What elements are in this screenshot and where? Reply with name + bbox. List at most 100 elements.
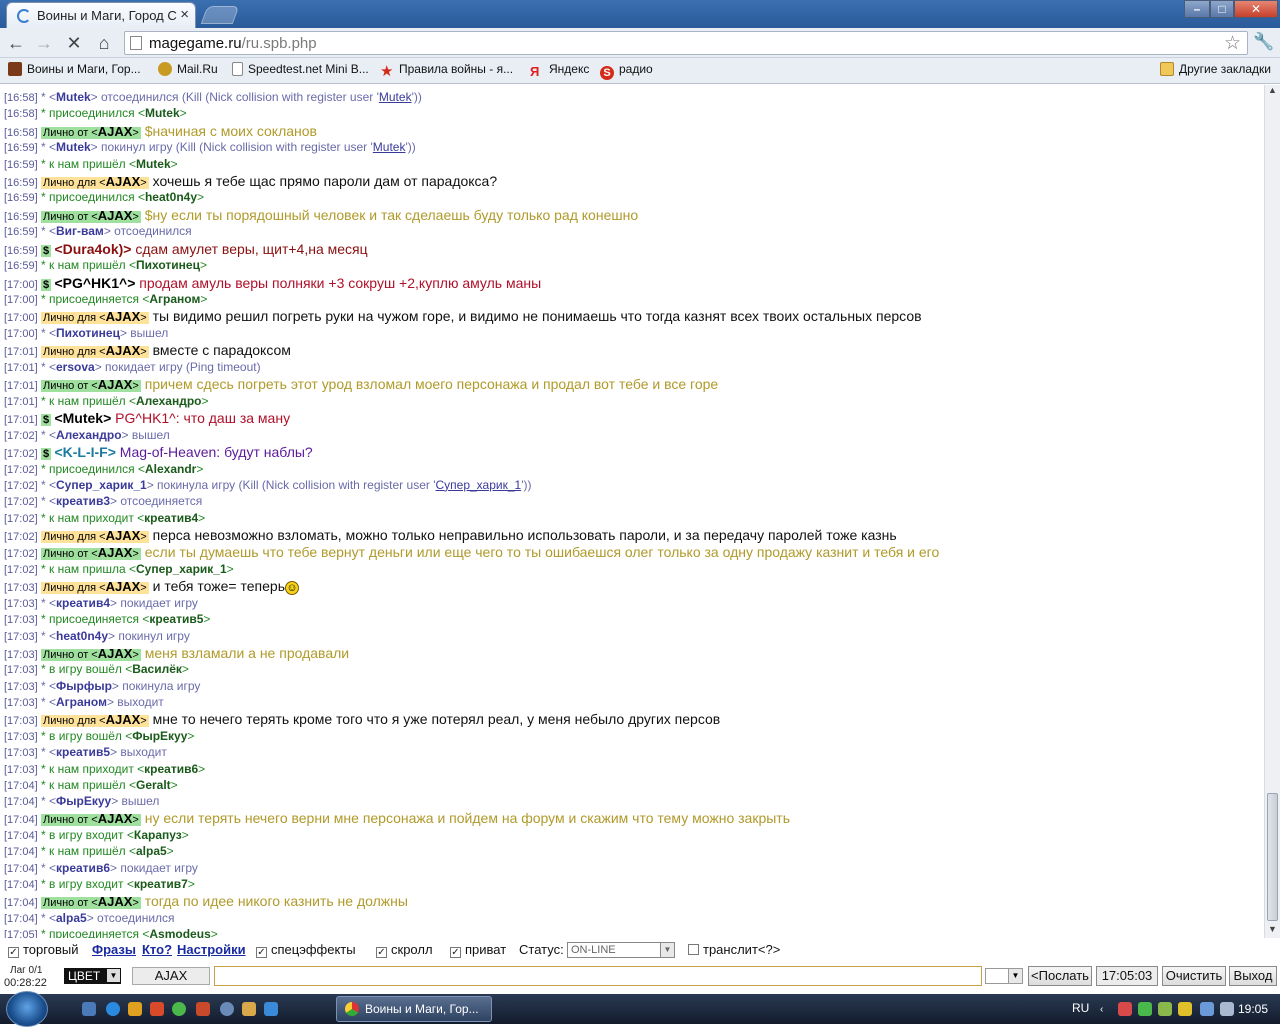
user-nick[interactable]: <K-L-I-F> <box>54 444 115 460</box>
bookmark-item[interactable]: Speedtest.net Mini B... <box>232 62 369 76</box>
bookmark-item[interactable]: ★ Правила войны - я... <box>380 62 513 79</box>
user-nick[interactable]: креатив5 <box>56 745 110 759</box>
user-nick[interactable]: ФырЕкуу <box>132 729 187 743</box>
start-button[interactable] <box>6 991 48 1027</box>
tray-icon[interactable] <box>1158 1002 1172 1016</box>
checkbox-checked-icon[interactable]: ✓ <box>256 947 267 958</box>
private-checkbox[interactable]: ✓ приват <box>450 942 506 958</box>
wrench-icon[interactable]: 🔧 <box>1253 32 1274 52</box>
user-nick[interactable]: AJAX <box>106 579 141 594</box>
user-link[interactable]: Mutek <box>379 90 412 104</box>
user-nick[interactable]: AJAX <box>106 309 141 324</box>
new-tab-button[interactable] <box>200 6 240 24</box>
user-nick[interactable]: alpa5 <box>56 911 87 925</box>
user-nick[interactable]: AJAX <box>98 811 133 826</box>
back-icon[interactable]: ← <box>4 32 28 54</box>
user-nick[interactable]: креатив4 <box>144 511 198 525</box>
user-link[interactable]: Mutek <box>373 140 406 154</box>
show-desktop-icon[interactable] <box>82 1002 96 1016</box>
user-nick[interactable]: AJAX <box>98 545 133 560</box>
tray-icon[interactable] <box>1138 1002 1152 1016</box>
scroll-checkbox[interactable]: ✓ скролл <box>376 942 433 958</box>
user-nick[interactable]: Mutek <box>56 90 91 104</box>
user-nick[interactable]: Фырфыр <box>56 679 112 693</box>
minimize-button[interactable]: – <box>1184 0 1210 18</box>
user-nick[interactable]: AJAX <box>98 124 133 139</box>
user-nick[interactable]: Виг-вам <box>56 224 104 238</box>
scroll-down-icon[interactable]: ▼ <box>1265 924 1280 938</box>
status-select[interactable]: ON-LINE ▼ <box>567 942 675 958</box>
user-nick[interactable]: Супер_харик_1 <box>56 478 147 492</box>
tray-icon[interactable] <box>1178 1002 1192 1016</box>
tray-icon[interactable] <box>1118 1002 1132 1016</box>
app-icon[interactable] <box>196 1002 210 1016</box>
other-bookmarks[interactable]: Другие закладки <box>1160 62 1271 76</box>
user-nick[interactable]: Аграном <box>149 292 200 306</box>
who-link[interactable]: Кто? <box>142 942 172 957</box>
clear-button[interactable]: Очистить <box>1162 966 1226 986</box>
tab-close-icon[interactable]: × <box>180 6 189 23</box>
bookmark-star-icon[interactable]: ☆ <box>1224 32 1241 55</box>
scroll-up-icon[interactable]: ▲ <box>1265 85 1280 99</box>
user-nick[interactable]: Аграном <box>56 695 107 709</box>
translit-checkbox[interactable]: транслит<?> <box>688 942 780 957</box>
ie-icon[interactable] <box>106 1002 120 1016</box>
media-icon[interactable] <box>128 1002 142 1016</box>
app-icon[interactable] <box>242 1002 256 1016</box>
user-nick[interactable]: креатив6 <box>56 861 110 875</box>
user-nick[interactable]: Супер_харик_1 <box>136 562 227 576</box>
user-nick[interactable]: ФырЕкуу <box>56 794 111 808</box>
user-nick[interactable]: Mutek <box>56 140 91 154</box>
chat-scrollbar[interactable]: ▲ ▼ <box>1264 85 1280 938</box>
send-button[interactable]: <Послать <box>1028 966 1092 986</box>
user-link[interactable]: Супер_харик_1 <box>435 478 521 492</box>
app-icon[interactable] <box>264 1002 278 1016</box>
user-nick[interactable]: креатив4 <box>56 596 110 610</box>
app-icon[interactable] <box>220 1002 234 1016</box>
user-nick[interactable]: AJAX <box>98 377 133 392</box>
user-nick[interactable]: Mutek <box>136 157 171 171</box>
app-icon[interactable] <box>150 1002 164 1016</box>
user-nick[interactable]: Пихотинец <box>136 258 200 272</box>
bookmark-item[interactable]: Mail.Ru <box>158 62 218 76</box>
maximize-button[interactable]: □ <box>1210 0 1234 18</box>
user-nick[interactable]: AJAX <box>98 894 133 909</box>
bookmark-item[interactable]: Sрадио <box>600 62 653 80</box>
user-nick[interactable]: heat0n4y <box>56 629 108 643</box>
volume-icon[interactable] <box>1220 1002 1234 1016</box>
user-nick[interactable]: <Mutek> <box>54 410 111 426</box>
checkbox-unchecked-icon[interactable] <box>688 944 699 955</box>
checkbox-checked-icon[interactable]: ✓ <box>376 947 387 958</box>
user-nick[interactable]: Geralt <box>136 778 171 792</box>
user-nick[interactable]: Пихотинец <box>56 326 120 340</box>
user-nick[interactable]: alpa5 <box>136 844 167 858</box>
nick-button[interactable]: AJAX <box>132 967 210 985</box>
smiley-select[interactable]: ▼ <box>985 968 1023 984</box>
tray-expand-icon[interactable]: ‹ <box>1100 1004 1108 1015</box>
user-nick[interactable]: <PG^HK1^> <box>54 275 135 291</box>
user-nick[interactable]: AJAX <box>106 528 141 543</box>
language-indicator[interactable]: RU <box>1072 1001 1089 1015</box>
user-nick[interactable]: AJAX <box>106 174 141 189</box>
user-nick[interactable]: AJAX <box>106 343 141 358</box>
network-icon[interactable] <box>1200 1002 1214 1016</box>
user-nick[interactable]: Василёк <box>132 662 182 676</box>
checkbox-checked-icon[interactable]: ✓ <box>450 947 461 958</box>
effects-checkbox[interactable]: ✓ спецэффекты <box>256 942 356 958</box>
translit-help-link[interactable]: <?> <box>758 942 780 957</box>
phrases-link[interactable]: Фразы <box>92 942 136 957</box>
user-nick[interactable]: Карапуз <box>134 828 182 842</box>
forward-icon[interactable]: → <box>32 32 56 54</box>
user-nick[interactable]: Алехандро <box>56 428 122 442</box>
message-input[interactable] <box>214 966 982 986</box>
close-window-button[interactable]: ✕ <box>1234 0 1278 18</box>
user-nick[interactable]: AJAX <box>98 646 133 661</box>
checkbox-checked-icon[interactable]: ✓ <box>8 947 19 958</box>
user-nick[interactable]: креатив7 <box>134 877 188 891</box>
address-bar[interactable]: magegame.ru/ru.spb.php ☆ <box>124 31 1248 55</box>
user-nick[interactable]: ersova <box>56 360 95 374</box>
scroll-thumb[interactable] <box>1267 793 1278 921</box>
bookmark-item[interactable]: Воины и Маги, Гор... <box>8 62 141 76</box>
settings-link[interactable]: Настройки <box>177 942 246 957</box>
user-nick[interactable]: Alexandr <box>145 462 196 476</box>
